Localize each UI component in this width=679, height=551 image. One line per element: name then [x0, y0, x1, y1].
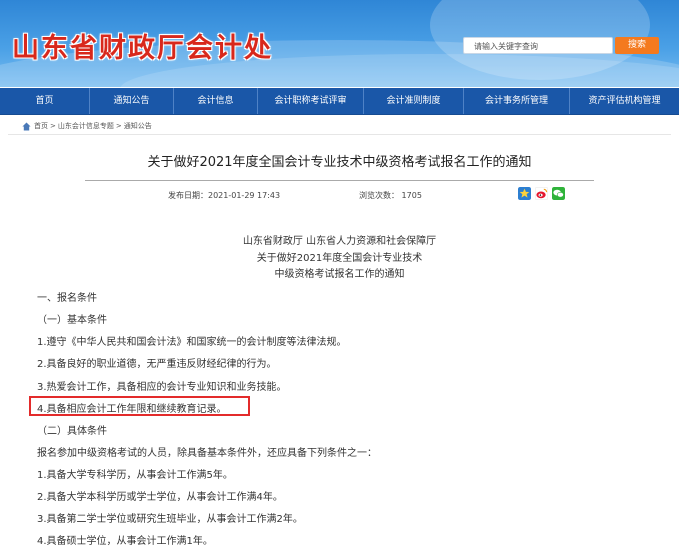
nav-item-standards[interactable]: 会计准则制度: [364, 88, 464, 114]
breadcrumb-section-link[interactable]: 山东会计信息专题: [58, 121, 114, 131]
condition-item: 1.具备大学专科学历，从事会计工作满5年。: [37, 470, 233, 481]
nav-item-home[interactable]: 首页: [0, 88, 90, 114]
document-title-line: 关于做好2021年度全国会计专业技术: [256, 253, 423, 264]
search-input[interactable]: 请输入关键字查询: [463, 37, 613, 54]
search-button[interactable]: 搜索: [615, 37, 659, 54]
breadcrumb-separator: >: [50, 122, 56, 130]
view-count-value: 1705: [401, 191, 422, 200]
home-icon: [22, 121, 31, 131]
nav-item-firm-management[interactable]: 会计事务所管理: [464, 88, 570, 114]
publish-date-value: 2021-01-29 17:43: [208, 191, 281, 200]
issuing-agencies: 山东省财政厅 山东省人力资源和社会保障厅: [242, 236, 437, 247]
document-title-line: 中级资格考试报名工作的通知: [274, 269, 405, 280]
condition-item: 2.具备良好的职业道德，无严重违反财经纪律的行为。: [37, 359, 277, 370]
subsection-heading: （一）基本条件: [37, 315, 107, 326]
nav-item-appraisal[interactable]: 资产评估机构管理: [570, 88, 679, 114]
nav-item-exam-review[interactable]: 会计职称考试评审: [258, 88, 364, 114]
breadcrumb-current[interactable]: 通知公告: [124, 121, 152, 131]
site-title: 山东省财政厅会计处: [12, 33, 273, 64]
breadcrumb-separator: >: [115, 122, 122, 130]
highlight-box: [29, 396, 250, 416]
nav-item-accounting-info[interactable]: 会计信息: [174, 88, 258, 114]
condition-item: 1.遵守《中华人民共和国会计法》和国家统一的会计制度等法律法规。: [37, 337, 347, 348]
star-share-icon[interactable]: [518, 187, 531, 200]
view-count-label: 浏览次数：: [359, 191, 399, 200]
weibo-icon[interactable]: [535, 187, 548, 200]
nav-item-notices[interactable]: 通知公告: [90, 88, 174, 114]
header-banner: 山东省财政厅会计处 请输入关键字查询 搜索: [0, 0, 679, 87]
breadcrumb-home-link[interactable]: 首页: [34, 121, 48, 131]
section-heading: 一、报名条件: [37, 293, 97, 304]
wechat-icon[interactable]: [552, 187, 565, 200]
breadcrumb: 首页 > 山东会计信息专题 > 通知公告: [22, 121, 154, 131]
condition-item: 4.具备硕士学位，从事会计工作满1年。: [37, 536, 213, 547]
breadcrumb-divider: [8, 134, 671, 135]
publish-date-label: 发布日期：: [168, 191, 208, 200]
condition-item: 3.具备第二学士学位或研究生班毕业，从事会计工作满2年。: [37, 514, 303, 525]
article-title: 关于做好2021年度全国会计专业技术中级资格考试报名工作的通知: [147, 155, 532, 170]
condition-item: 3.热爱会计工作，具备相应的会计专业知识和业务技能。: [37, 382, 287, 393]
condition-item: 2.具备大学本科学历或学士学位，从事会计工作满4年。: [37, 492, 283, 503]
title-divider: [85, 180, 594, 181]
paragraph: 报名参加中级资格考试的人员，除具备基本条件外，还应具备下列条件之一：: [37, 448, 377, 459]
view-count: 浏览次数： 1705: [359, 190, 422, 201]
publish-date: 发布日期：2021-01-29 17:43: [168, 190, 280, 201]
subsection-heading: （二）具体条件: [37, 426, 107, 437]
main-nav: 首页 通知公告 会计信息 会计职称考试评审 会计准则制度 会计事务所管理 资产评…: [0, 88, 679, 115]
